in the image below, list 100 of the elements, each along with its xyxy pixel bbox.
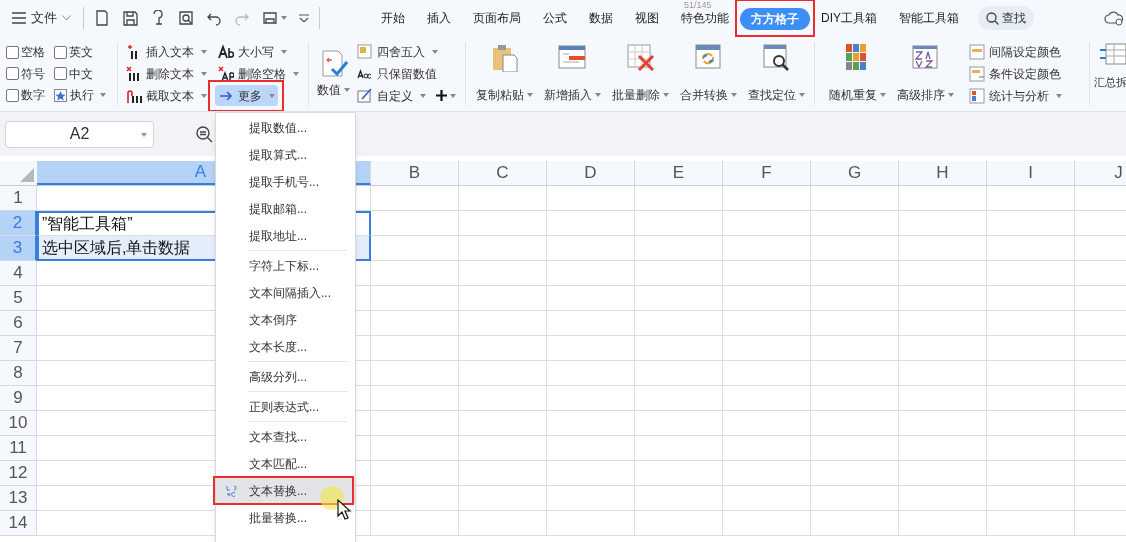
- grid-cell[interactable]: [723, 361, 811, 386]
- ribbon-button[interactable]: 批量删除: [606, 40, 674, 107]
- ribbon-button[interactable]: 只保留数值: [357, 63, 463, 84]
- grid-cell[interactable]: [987, 286, 1075, 311]
- row-header[interactable]: 7: [0, 336, 37, 361]
- menu-item[interactable]: 文本查找...: [216, 423, 355, 450]
- new-file-icon[interactable]: [94, 10, 110, 26]
- grid-cell[interactable]: [635, 311, 723, 336]
- ribbon-button[interactable]: 数值: [314, 40, 353, 107]
- ribbon-button[interactable]: 四舍五入: [357, 41, 463, 62]
- menu-item[interactable]: 正则表达式...: [216, 393, 355, 420]
- ribbon-button[interactable]: 合并转换: [674, 40, 742, 107]
- select-all-icon[interactable]: [20, 168, 34, 182]
- grid-cell[interactable]: [547, 386, 635, 411]
- grid-cell[interactable]: [723, 286, 811, 311]
- ribbon-button[interactable]: 截取文本: [123, 85, 210, 106]
- grid-cell[interactable]: [811, 511, 899, 536]
- grid-cell[interactable]: [899, 461, 987, 486]
- ribbon-button[interactable]: 间隔设定颜色: [969, 41, 1077, 62]
- grid-cell[interactable]: [987, 361, 1075, 386]
- grid-cell[interactable]: [371, 336, 459, 361]
- menu-tab[interactable]: 数据: [578, 7, 624, 29]
- file-menu[interactable]: 文件: [0, 5, 79, 31]
- grid-cell[interactable]: [371, 411, 459, 436]
- menu-item[interactable]: 文本匹配...: [216, 450, 355, 477]
- grid-cell[interactable]: [547, 511, 635, 536]
- ribbon-button[interactable]: 统计与分析: [969, 85, 1077, 106]
- customize-icon[interactable]: [299, 14, 309, 22]
- grid-cell[interactable]: [371, 386, 459, 411]
- row-header[interactable]: 11: [0, 436, 37, 461]
- grid-cell[interactable]: [547, 236, 635, 261]
- grid-cell[interactable]: [459, 311, 547, 336]
- grid-cell[interactable]: [899, 436, 987, 461]
- ribbon-button[interactable]: 查找定位: [742, 40, 810, 107]
- menu-item[interactable]: 批量替换...: [216, 504, 355, 531]
- grid-cell[interactable]: [811, 336, 899, 361]
- grid-cell[interactable]: [459, 361, 547, 386]
- grid-cell[interactable]: [723, 461, 811, 486]
- column-header[interactable]: B: [371, 161, 459, 185]
- grid-cell[interactable]: [987, 211, 1075, 236]
- grid-cell[interactable]: [547, 211, 635, 236]
- grid-cell[interactable]: [635, 361, 723, 386]
- grid-cell[interactable]: [723, 311, 811, 336]
- grid-cell[interactable]: [635, 211, 723, 236]
- checkbox[interactable]: [54, 45, 67, 59]
- grid-cell[interactable]: [459, 411, 547, 436]
- grid-cell[interactable]: [987, 261, 1075, 286]
- menu-tab[interactable]: 开始: [370, 7, 416, 29]
- grid-cell[interactable]: [459, 486, 547, 511]
- grid-cell[interactable]: [635, 436, 723, 461]
- grid-cell[interactable]: [899, 286, 987, 311]
- grid-cell[interactable]: [723, 261, 811, 286]
- grid-cell[interactable]: [723, 411, 811, 436]
- row-header[interactable]: 9: [0, 386, 37, 411]
- row-header[interactable]: 5: [0, 286, 37, 311]
- grid-cell[interactable]: [547, 436, 635, 461]
- menu-tab[interactable]: 智能工具箱: [888, 7, 970, 29]
- grid-cell[interactable]: [459, 236, 547, 261]
- ribbon-button[interactable]: 复制粘贴: [470, 40, 538, 107]
- grid-cell[interactable]: [811, 261, 899, 286]
- print-preview-icon[interactable]: [178, 10, 194, 26]
- grid-cell[interactable]: [371, 511, 459, 536]
- menu-tab[interactable]: 页面布局: [462, 7, 532, 29]
- checkbox[interactable]: [54, 67, 67, 80]
- grid-cell[interactable]: [371, 461, 459, 486]
- add-button[interactable]: [436, 90, 456, 101]
- menu-tab[interactable]: 插入: [416, 7, 462, 29]
- menu-tab[interactable]: 公式: [532, 7, 578, 29]
- menu-item[interactable]: 提取数值...: [216, 114, 355, 141]
- grid-cell[interactable]: [899, 236, 987, 261]
- grid-cell[interactable]: [811, 286, 899, 311]
- grid-cell[interactable]: [723, 486, 811, 511]
- grid-cell[interactable]: [459, 211, 547, 236]
- menu-tab[interactable]: 特色功能: [670, 7, 740, 29]
- grid-cell[interactable]: [811, 486, 899, 511]
- ribbon-button[interactable]: 删除文本: [123, 63, 210, 84]
- grid-cell[interactable]: [811, 361, 899, 386]
- grid-cell[interactable]: [371, 261, 459, 286]
- row-header[interactable]: 4: [0, 261, 37, 286]
- grid-cell[interactable]: [987, 186, 1075, 211]
- menu-item[interactable]: 文本间隔插入...: [216, 279, 355, 306]
- grid-cell[interactable]: [899, 336, 987, 361]
- grid-cell[interactable]: [811, 386, 899, 411]
- menu-tab[interactable]: DIY工具箱: [810, 7, 888, 29]
- column-header[interactable]: G: [811, 161, 899, 185]
- grid-cell[interactable]: [987, 461, 1075, 486]
- print-button[interactable]: [262, 10, 287, 26]
- grid-cell[interactable]: [987, 511, 1075, 536]
- column-header[interactable]: I: [987, 161, 1075, 185]
- grid-cell[interactable]: [459, 336, 547, 361]
- save-icon[interactable]: [122, 10, 138, 26]
- grid-cell[interactable]: [899, 386, 987, 411]
- grid-cell[interactable]: [371, 211, 459, 236]
- row-header[interactable]: 13: [0, 486, 37, 511]
- ribbon-button[interactable]: 高级排序: [891, 40, 959, 107]
- grid-cell[interactable]: [371, 361, 459, 386]
- grid-cell[interactable]: [547, 461, 635, 486]
- row-header[interactable]: 8: [0, 361, 37, 386]
- ribbon-button[interactable]: 插入文本: [123, 41, 210, 62]
- ribbon-button[interactable]: 条件设定颜色: [969, 63, 1077, 84]
